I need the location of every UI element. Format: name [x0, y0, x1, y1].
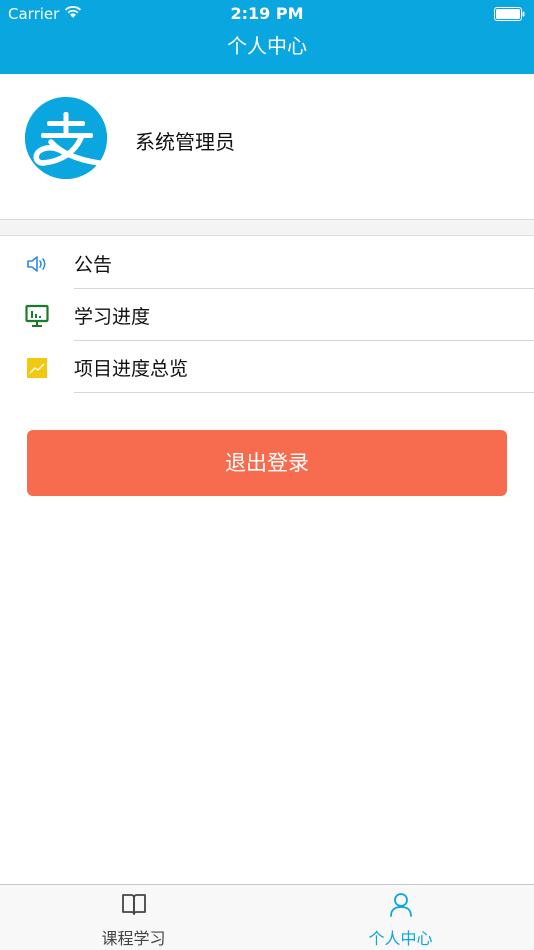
menu-item-learning-progress[interactable]: 学习进度 — [0, 289, 534, 341]
battery-icon — [494, 7, 525, 21]
book-icon — [122, 894, 146, 915]
menu-item-announcement[interactable]: 公告 — [0, 237, 534, 289]
presentation-board-icon — [25, 304, 49, 327]
menu-item-label: 学习进度 — [74, 306, 151, 328]
profile-section: 系统管理员 — [0, 74, 534, 220]
line-chart-icon — [27, 358, 47, 378]
logout-button[interactable]: 退出登录 — [27, 430, 507, 496]
menu-item-label: 项目进度总览 — [74, 358, 189, 380]
tab-bar: 课程学习 个人中心 — [0, 884, 534, 950]
divider — [74, 392, 534, 393]
alipay-logo-icon — [25, 97, 107, 179]
menu-item-project-overview[interactable]: 项目进度总览 — [0, 341, 534, 393]
section-divider — [0, 220, 534, 236]
speaker-icon — [27, 256, 46, 272]
tab-label: 个人中心 — [368, 929, 433, 948]
profile-username: 系统管理员 — [135, 130, 235, 154]
tab-label: 课程学习 — [101, 929, 166, 948]
navigation-header: Carrier 2:19 PM 个人中心 — [0, 0, 534, 74]
person-icon — [390, 893, 412, 917]
tab-course-study[interactable]: 课程学习 — [0, 885, 267, 950]
tab-personal-center[interactable]: 个人中心 — [267, 885, 534, 950]
status-bar: Carrier 2:19 PM — [0, 0, 534, 28]
status-clock: 2:19 PM — [230, 4, 304, 23]
page-title: 个人中心 — [227, 34, 307, 58]
menu-item-label: 公告 — [74, 254, 113, 276]
settings-menu: 公告 学习进度 项目进度总览 — [0, 237, 534, 393]
avatar — [25, 97, 107, 179]
